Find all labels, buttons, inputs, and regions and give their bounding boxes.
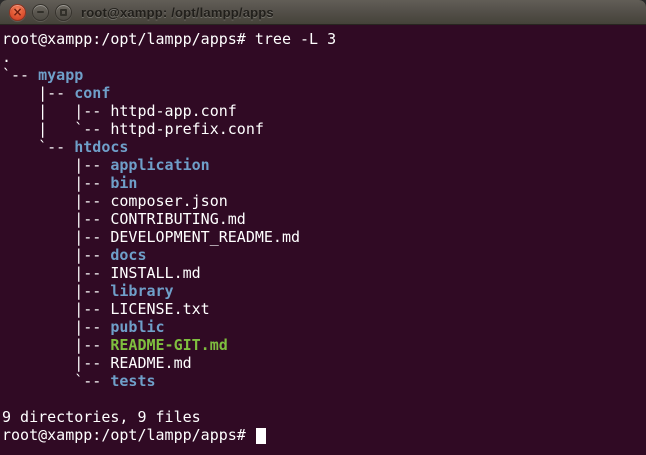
terminal-line: `-- tests [2, 372, 646, 390]
terminal-line: |-- README.md [2, 354, 646, 372]
terminal-line: |-- docs [2, 246, 646, 264]
terminal-line: |-- INSTALL.md [2, 264, 646, 282]
terminal-text: | |-- httpd-app.conf [2, 102, 237, 120]
terminal-line: root@xampp:/opt/lampp/apps# tree -L 3 [2, 30, 646, 48]
terminal-line: |-- application [2, 156, 646, 174]
minimize-button[interactable] [32, 4, 49, 21]
close-icon: × [12, 6, 22, 18]
terminal-text: |-- [2, 336, 110, 354]
terminal-line: root@xampp:/opt/lampp/apps# [2, 426, 646, 444]
terminal-text: `-- [2, 66, 38, 84]
terminal-text: `-- [2, 138, 74, 156]
tree-directory-entry: htdocs [74, 138, 128, 156]
terminal-output-area[interactable]: root@xampp:/opt/lampp/apps# tree -L 3.`-… [0, 25, 646, 455]
terminal-line: |-- public [2, 318, 646, 336]
window-controls: × [0, 4, 72, 21]
terminal-line: `-- myapp [2, 66, 646, 84]
tree-directory-entry: library [110, 282, 173, 300]
tree-executable-entry: README-GIT.md [110, 336, 227, 354]
maximize-button[interactable] [55, 4, 72, 21]
terminal-text: `-- [2, 372, 110, 390]
maximize-icon [60, 9, 67, 16]
terminal-line: `-- htdocs [2, 138, 646, 156]
terminal-line: |-- README-GIT.md [2, 336, 646, 354]
titlebar[interactable]: × root@xampp: /opt/lampp/apps [0, 0, 646, 25]
terminal-text: root@xampp:/opt/lampp/apps# tree -L 3 [2, 30, 336, 48]
terminal-line: |-- DEVELOPMENT_README.md [2, 228, 646, 246]
minimize-icon [37, 11, 44, 13]
terminal-line: | |-- httpd-app.conf [2, 102, 646, 120]
terminal-text: |-- [2, 246, 110, 264]
terminal-line [2, 390, 646, 408]
tree-directory-entry: docs [110, 246, 146, 264]
tree-directory-entry: conf [74, 84, 110, 102]
terminal-text: |-- [2, 174, 110, 192]
terminal-text: |-- [2, 156, 110, 174]
terminal-line: |-- library [2, 282, 646, 300]
terminal-line: |-- LICENSE.txt [2, 300, 646, 318]
terminal-text: 9 directories, 9 files [2, 408, 201, 426]
terminal-line: |-- conf [2, 84, 646, 102]
tree-directory-entry: application [110, 156, 209, 174]
terminal-text: |-- [2, 282, 110, 300]
terminal-text: |-- LICENSE.txt [2, 300, 210, 318]
tree-directory-entry: public [110, 318, 164, 336]
terminal-line: |-- CONTRIBUTING.md [2, 210, 646, 228]
terminal-text: |-- [2, 318, 110, 336]
tree-directory-entry: myapp [38, 66, 83, 84]
terminal-text: . [2, 48, 11, 66]
terminal-text: |-- INSTALL.md [2, 264, 201, 282]
terminal-line: |-- composer.json [2, 192, 646, 210]
terminal-text: |-- CONTRIBUTING.md [2, 210, 246, 228]
terminal-cursor [256, 428, 266, 444]
terminal-line: . [2, 48, 646, 66]
close-button[interactable]: × [9, 4, 26, 21]
window-title: root@xampp: /opt/lampp/apps [81, 6, 274, 19]
terminal-text: |-- README.md [2, 354, 192, 372]
terminal-line: |-- bin [2, 174, 646, 192]
terminal-line: | `-- httpd-prefix.conf [2, 120, 646, 138]
tree-directory-entry: bin [110, 174, 137, 192]
terminal-line: 9 directories, 9 files [2, 408, 646, 426]
terminal-text: |-- DEVELOPMENT_README.md [2, 228, 300, 246]
terminal-window: × root@xampp: /opt/lampp/apps root@xampp… [0, 0, 646, 455]
terminal-text: |-- composer.json [2, 192, 228, 210]
terminal-text: root@xampp:/opt/lampp/apps# [2, 426, 255, 444]
tree-directory-entry: tests [110, 372, 155, 390]
terminal-text: |-- [2, 84, 74, 102]
terminal-text: | `-- httpd-prefix.conf [2, 120, 264, 138]
